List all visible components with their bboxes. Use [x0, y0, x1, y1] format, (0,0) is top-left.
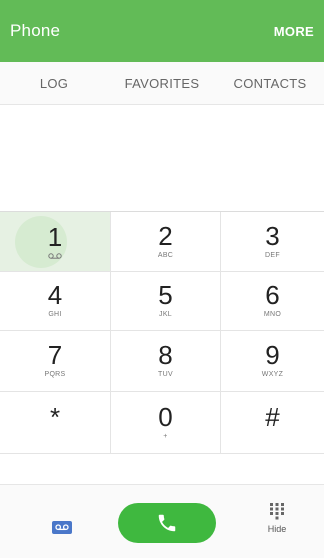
dial-key-8[interactable]: 8 TUV [111, 331, 221, 392]
dial-key-hash[interactable]: # [221, 392, 324, 454]
tab-contacts[interactable]: CONTACTS [216, 62, 324, 104]
more-button[interactable]: MORE [274, 24, 314, 39]
tab-bar: LOG FAVORITES CONTACTS [0, 62, 324, 105]
keypad-grid-icon [270, 503, 284, 520]
action-bar: Hide [0, 484, 324, 558]
dial-digit: 0 [158, 401, 173, 432]
dial-digit: 5 [158, 280, 173, 310]
dial-digit: * [49, 401, 61, 432]
dial-digit: 4 [47, 280, 63, 310]
hide-label: Hide [267, 524, 287, 534]
number-display[interactable] [0, 105, 324, 211]
dial-key-1[interactable]: 1 [0, 212, 111, 272]
dial-digit: 9 [265, 340, 280, 370]
dial-digit: 6 [265, 280, 280, 310]
dial-digit: # [265, 401, 280, 432]
voicemail-icon [48, 253, 62, 259]
dial-key-5[interactable]: 5 JKL [111, 272, 221, 331]
dial-letters: WXYZ [261, 371, 284, 378]
dial-letters: GHI [48, 311, 62, 318]
dial-digit: 7 [47, 340, 63, 370]
dial-key-9[interactable]: 9 WXYZ [221, 331, 324, 392]
dial-letters: JKL [159, 311, 172, 318]
dial-digit: 2 [158, 220, 173, 251]
dial-letters: TUV [158, 371, 173, 378]
call-button[interactable] [118, 503, 216, 543]
voicemail-icon [55, 524, 69, 531]
dial-key-star[interactable]: * [0, 392, 111, 454]
voicemail-button[interactable] [52, 521, 72, 534]
dial-key-7[interactable]: 7 PQRS [0, 331, 111, 392]
dial-letters: + [163, 432, 168, 440]
app-bar: Phone MORE [0, 0, 324, 62]
dial-letters: PQRS [44, 371, 66, 378]
dial-letters: MNO [263, 311, 282, 318]
tab-log[interactable]: LOG [0, 62, 108, 104]
tab-favorites[interactable]: FAVORITES [108, 62, 216, 104]
dial-key-2[interactable]: 2 ABC [111, 212, 221, 272]
app-title: Phone [10, 21, 61, 40]
dial-key-0[interactable]: 0 + [111, 392, 221, 454]
dial-digit: 3 [265, 220, 280, 251]
dial-letters: DEF [265, 251, 280, 259]
dialpad: 1 2 ABC 3 DEF 4 GHI 5 JKL 6 MNO 7 PQRS 8… [0, 211, 324, 484]
hide-keypad-button[interactable]: Hide [262, 502, 292, 548]
dial-key-6[interactable]: 6 MNO [221, 272, 324, 331]
dial-letters: ABC [157, 251, 174, 259]
dial-key-3[interactable]: 3 DEF [221, 212, 324, 272]
dial-digit: 8 [158, 340, 173, 370]
dial-key-4[interactable]: 4 GHI [0, 272, 111, 331]
dial-digit: 1 [47, 222, 63, 252]
phone-handset-icon [158, 514, 176, 532]
